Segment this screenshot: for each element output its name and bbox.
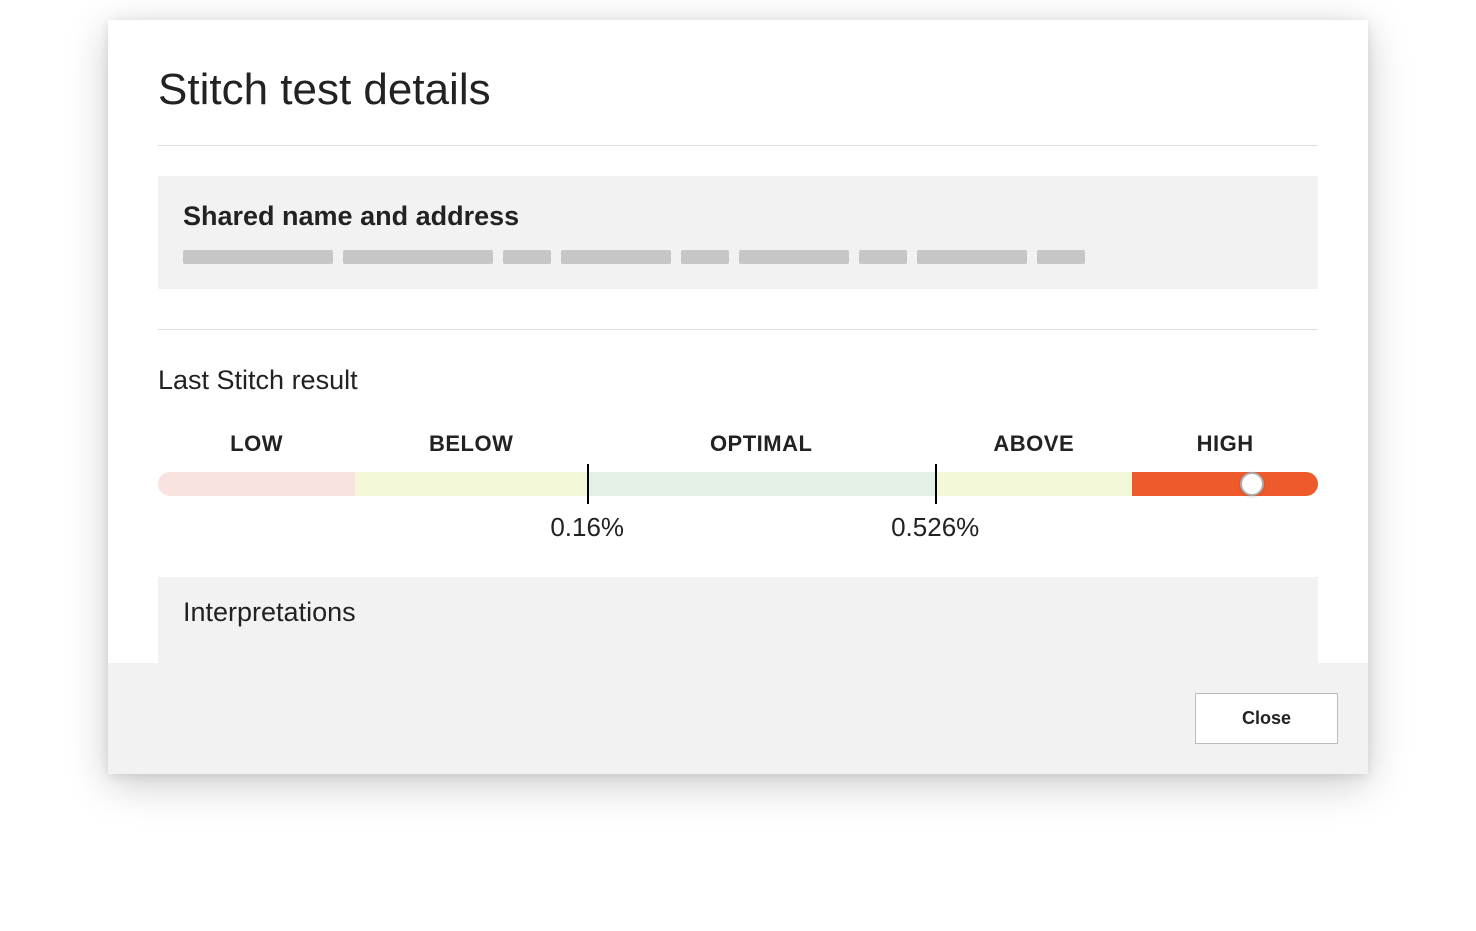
tick-mark: [935, 464, 937, 504]
bar-segment-above: [935, 472, 1132, 496]
dialog-body: Stitch test details Shared name and addr…: [108, 20, 1368, 663]
band-label-high: HIGH: [1132, 431, 1318, 457]
shared-title: Shared name and address: [183, 201, 1293, 232]
band-label-above: ABOVE: [935, 431, 1132, 457]
placeholder-bar: [681, 250, 729, 264]
placeholder-bar: [183, 250, 333, 264]
result-bar-wrap: 0.16% 0.526%: [158, 472, 1318, 522]
result-marker[interactable]: [1240, 472, 1264, 496]
placeholder-bar: [503, 250, 551, 264]
result-title: Last Stitch result: [158, 365, 1318, 396]
bar-segment-below: [355, 472, 587, 496]
band-labels-row: LOW BELOW OPTIMAL ABOVE HIGH: [158, 431, 1318, 457]
stitch-test-dialog: Stitch test details Shared name and addr…: [108, 20, 1368, 774]
dialog-footer: Close: [108, 663, 1368, 774]
tick-label-1: 0.16%: [550, 512, 624, 543]
interpretations-title: Interpretations: [183, 597, 1293, 628]
band-label-low: LOW: [158, 431, 355, 457]
placeholder-bar: [917, 250, 1027, 264]
tick-mark: [587, 464, 589, 504]
bar-segment-optimal: [587, 472, 935, 496]
band-label-below: BELOW: [355, 431, 587, 457]
divider: [158, 145, 1318, 146]
divider: [158, 329, 1318, 330]
placeholder-bar: [1037, 250, 1085, 264]
bar-segment-low: [158, 472, 355, 496]
result-section: Last Stitch result LOW BELOW OPTIMAL ABO…: [158, 365, 1318, 522]
shared-block: Shared name and address: [158, 176, 1318, 289]
bar-segment-high: [1132, 472, 1318, 496]
band-label-optimal: OPTIMAL: [587, 431, 935, 457]
dialog-title: Stitch test details: [158, 65, 1318, 115]
interpretations-block: Interpretations: [158, 577, 1318, 663]
placeholder-bar: [739, 250, 849, 264]
result-bar: [158, 472, 1318, 496]
close-button[interactable]: Close: [1195, 693, 1338, 744]
tick-label-2: 0.526%: [891, 512, 979, 543]
placeholder-bar: [859, 250, 907, 264]
placeholder-bar: [343, 250, 493, 264]
shared-placeholder-row: [183, 250, 1293, 264]
placeholder-bar: [561, 250, 671, 264]
